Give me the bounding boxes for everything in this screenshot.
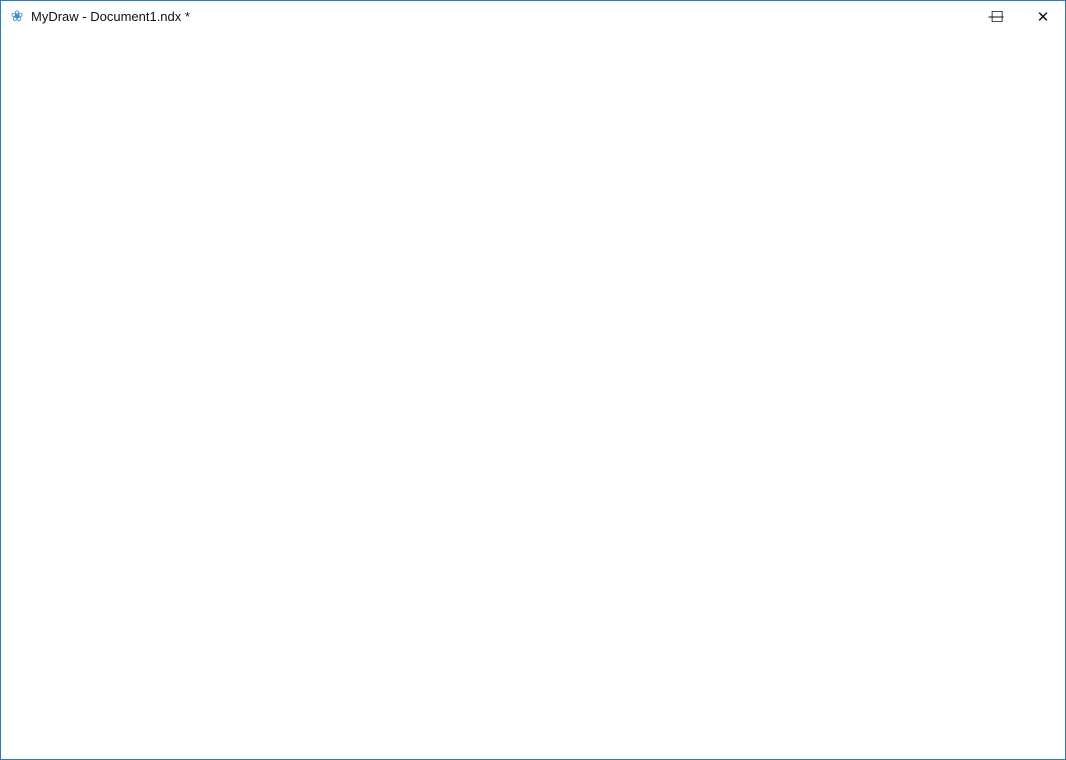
maximize-icon: ☐ bbox=[990, 8, 1004, 26]
window-title: MyDraw - Document1.ndx * bbox=[31, 9, 190, 24]
app-window: ❀ MyDraw - Document1.ndx * — ☐ ✕ bbox=[0, 0, 1066, 760]
close-button[interactable]: ✕ bbox=[1020, 1, 1066, 32]
title-bar: ❀ MyDraw - Document1.ndx * — ☐ ✕ bbox=[1, 1, 1065, 32]
close-icon: ✕ bbox=[1036, 8, 1050, 26]
app-logo-icon: ❀ bbox=[10, 7, 24, 25]
maximize-button[interactable]: ☐ bbox=[974, 1, 1020, 32]
